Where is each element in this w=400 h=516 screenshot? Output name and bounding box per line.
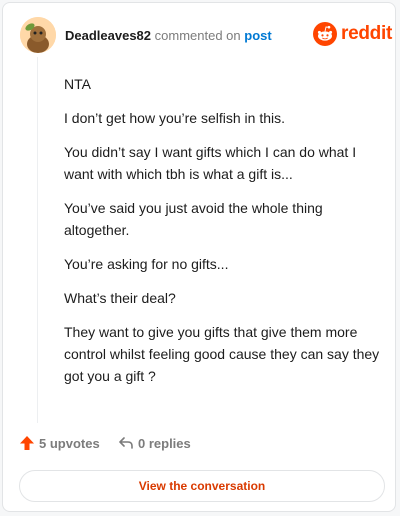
comment-paragraph: They want to give you gifts that give th… [64,324,380,384]
reddit-alien-icon [313,22,337,46]
action-text: commented on [154,28,241,43]
username-link[interactable]: Deadleaves82 [65,28,151,43]
view-conversation-button[interactable]: View the conversation [19,470,385,502]
reply-arrow-icon [119,437,133,449]
reply-button[interactable]: 0 replies [118,435,191,451]
reddit-wordmark: reddit [341,23,392,44]
comment-paragraph: You didn’t say I want gifts which I can … [64,144,357,182]
avatar-icon [20,17,56,53]
comment-paragraph: You’ve said you just avoid the whole thi… [64,200,323,238]
post-link[interactable]: post [244,28,271,43]
comment-paragraph: I don’t get how you’re selfish in this. [64,110,286,126]
upvote-button[interactable]: 5 upvotes [19,435,100,451]
comment-header: Deadleaves82 commented on post [65,28,272,43]
upvote-count: 5 upvotes [39,435,100,451]
comment-paragraph: What’s their deal? [64,290,176,306]
thread-line[interactable] [37,57,38,423]
comment-paragraph: You’re asking for no gifts... [64,256,229,272]
reddit-logo[interactable]: reddit [313,22,392,46]
comment-card: Deadleaves82 commented on post reddit NT… [2,2,396,512]
comment-body: NTA I don’t get how you’re selfish in th… [64,73,380,399]
user-avatar[interactable] [20,17,56,53]
comment-paragraph: NTA [64,76,91,92]
upvote-arrow-icon [20,436,34,450]
reply-count: 0 replies [138,435,191,451]
